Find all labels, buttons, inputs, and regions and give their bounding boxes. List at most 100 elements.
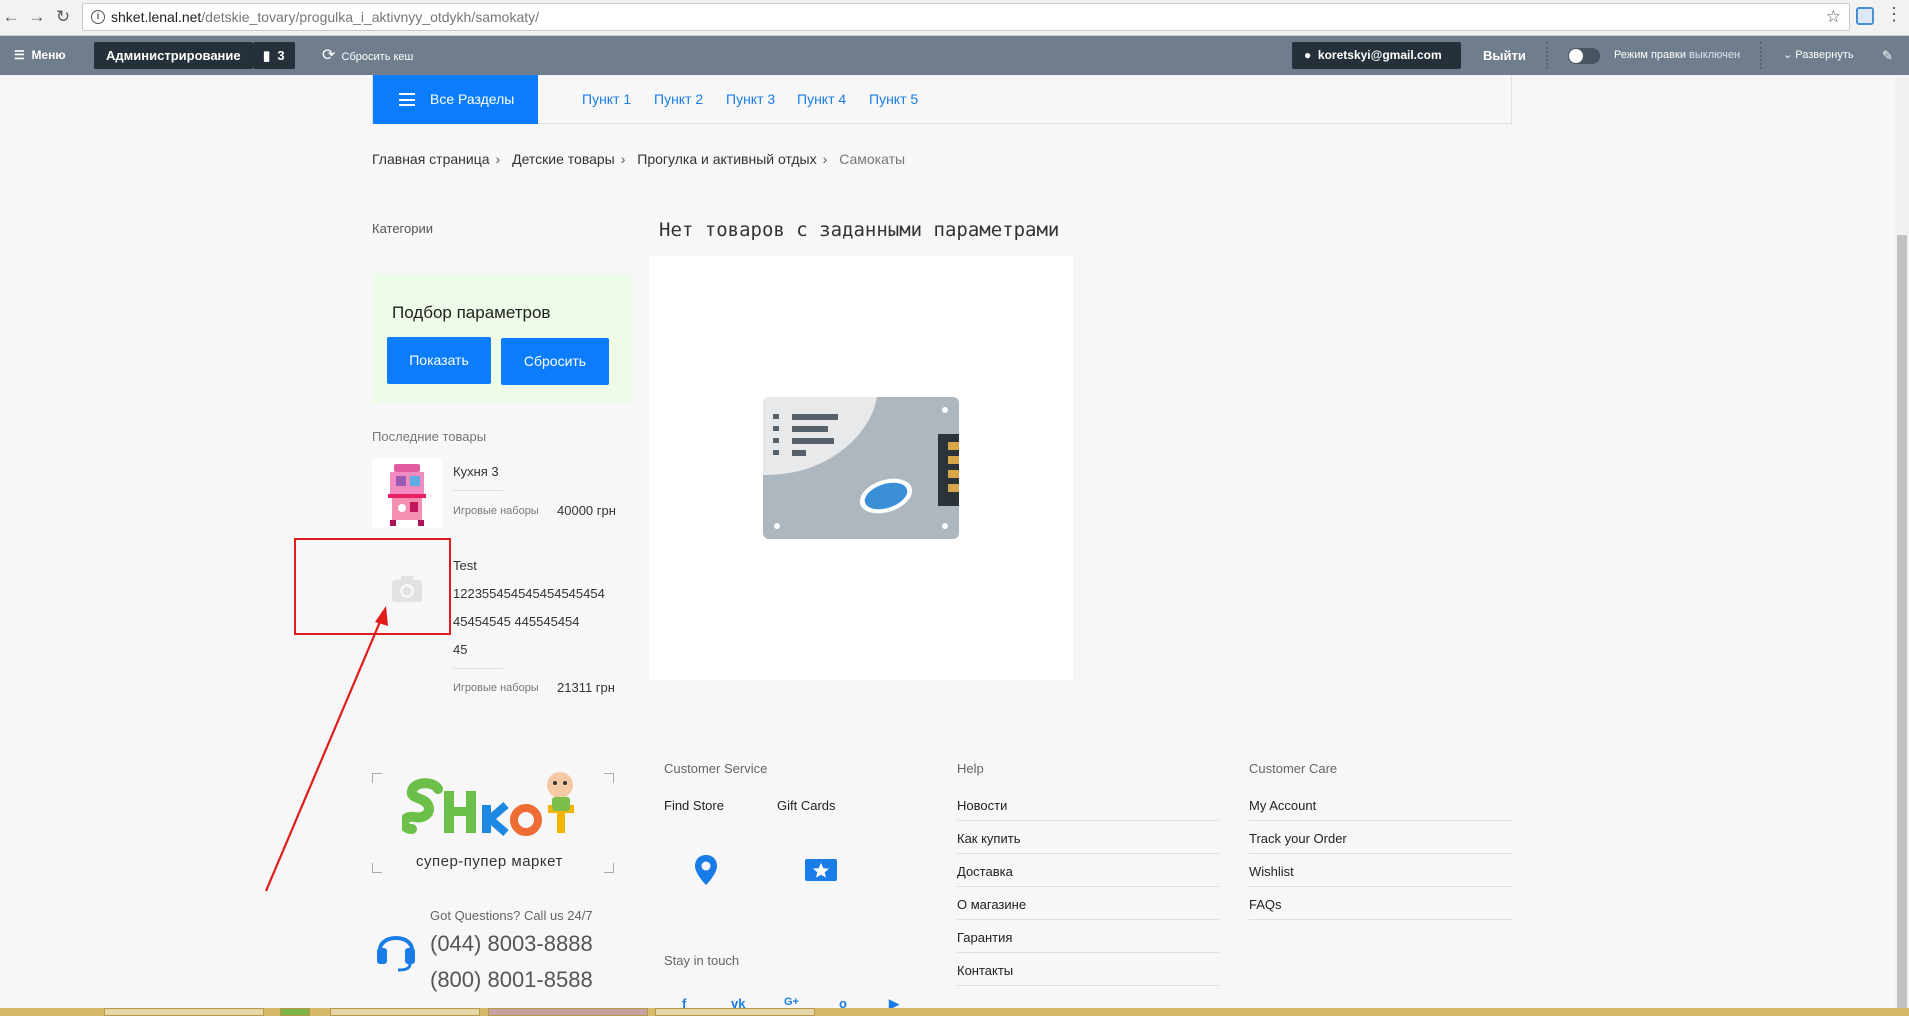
breadcrumb-separator: › <box>620 151 626 167</box>
refresh-icon: ⟳ <box>322 47 336 64</box>
admin-menu-button[interactable]: ☰ Меню <box>14 36 66 75</box>
divider <box>957 820 1219 821</box>
memory-card-icon <box>763 397 959 539</box>
breadcrumb: Главная страница › Детские товары › Прогул… <box>372 151 909 167</box>
info-icon[interactable]: i <box>91 10 105 24</box>
extension-icon[interactable] <box>1856 7 1874 25</box>
headset-icon <box>377 936 415 972</box>
show-button[interactable]: Показать <box>387 337 491 384</box>
divider <box>957 919 1219 920</box>
support-title: Got Questions? Call us 24/7 <box>430 908 593 923</box>
care-link-wishlist[interactable]: Wishlist <box>1249 864 1294 879</box>
stay-in-touch-title: Stay in touch <box>664 953 740 968</box>
google-plus-icon[interactable]: G+ <box>784 996 799 1008</box>
address-bar[interactable]: i shket.lenal.net/detskie_tovary/progulk… <box>82 3 1850 31</box>
chevron-down-icon: ⌄ <box>1783 49 1793 61</box>
taskbar-item[interactable] <box>280 1008 310 1016</box>
edit-mode-label: Режим правки выключен <box>1614 49 1741 61</box>
no-products-message: Нет товаров с заданными параметрами <box>659 219 1060 241</box>
divider <box>1249 820 1512 821</box>
nav-item-3[interactable]: Пункт 3 <box>726 75 775 124</box>
reload-icon[interactable]: ↻ <box>52 6 74 28</box>
edit-mode-toggle[interactable] <box>1568 48 1600 64</box>
scrollbar-thumb[interactable] <box>1897 235 1907 1008</box>
breadcrumb-kids-goods[interactable]: Детские товары <box>512 151 615 167</box>
find-store-link[interactable]: Find Store <box>664 798 724 813</box>
admin-panel: ☰ Меню Администрирование ▮ 3 ⟳ Сбросить … <box>0 36 1909 75</box>
filter-title: Подбор параметров <box>392 303 551 322</box>
taskbar-item[interactable] <box>655 1008 815 1016</box>
customer-service-title: Customer Service <box>664 761 768 776</box>
clear-cache-button[interactable]: ⟳ Сбросить кеш <box>322 36 413 75</box>
taskbar-item[interactable] <box>104 1008 264 1016</box>
categories-title: Категории <box>372 221 433 236</box>
product-name[interactable]: Кухня 3 <box>453 458 499 486</box>
nav-item-4[interactable]: Пункт 4 <box>797 75 846 124</box>
browser-menu-icon[interactable]: ⋮ <box>1885 4 1903 25</box>
nav-item-5[interactable]: Пункт 5 <box>869 75 918 124</box>
logout-button[interactable]: Выйти <box>1483 36 1526 75</box>
footer-logo[interactable]: супер-пупер маркет <box>372 772 614 873</box>
care-link-account[interactable]: My Account <box>1249 798 1316 813</box>
filter-panel: Подбор параметров Показать Сбросить <box>372 274 633 404</box>
divider <box>957 952 1219 953</box>
menu-icon: ☰ <box>14 48 25 62</box>
help-link-delivery[interactable]: Доставка <box>957 864 1013 879</box>
expand-button[interactable]: ⌄ Развернуть <box>1783 36 1854 75</box>
browser-toolbar: ← → ↻ i shket.lenal.net/detskie_tovary/p… <box>0 0 1909 36</box>
user-icon: ● <box>1304 48 1312 62</box>
help-link-contacts[interactable]: Контакты <box>957 963 1013 978</box>
annotation-box <box>294 538 451 635</box>
hamburger-icon <box>399 93 415 106</box>
phone-number-1[interactable]: (044) 8003-8888 <box>430 931 593 957</box>
divider <box>1249 919 1512 920</box>
gift-card-icon[interactable] <box>804 856 838 884</box>
forward-icon[interactable]: → <box>26 6 48 28</box>
user-button[interactable]: ● koretskyi@gmail.com <box>1292 42 1461 69</box>
breadcrumb-outdoor[interactable]: Прогулка и активный отдых <box>637 151 816 167</box>
flag-icon: ▮ <box>263 48 271 63</box>
breadcrumb-separator: › <box>495 151 501 167</box>
pin-icon[interactable]: ✎ <box>1882 36 1893 75</box>
gift-cards-link[interactable]: Gift Cards <box>777 798 836 813</box>
care-link-faqs[interactable]: FAQs <box>1249 897 1282 912</box>
breadcrumb-separator: › <box>822 151 828 167</box>
taskbar-item[interactable] <box>330 1008 480 1016</box>
help-link-news[interactable]: Новости <box>957 798 1007 813</box>
bookmark-star-icon[interactable]: ☆ <box>1826 7 1841 27</box>
logo-tagline: супер-пупер маркет <box>416 853 563 870</box>
help-link-warranty[interactable]: Гарантия <box>957 930 1012 945</box>
divider <box>1249 853 1512 854</box>
taskbar-item[interactable] <box>488 1008 648 1016</box>
url-text[interactable]: shket.lenal.net/detskie_tovary/progulka_… <box>111 9 539 25</box>
product-price: 21311 грн <box>557 680 615 695</box>
product-name[interactable]: Test 122355454545454545454 45454545 4455… <box>453 552 605 664</box>
recent-products-title: Последние товары <box>372 429 487 444</box>
all-sections-button[interactable]: Все Разделы <box>373 75 538 124</box>
divider <box>453 668 503 669</box>
breadcrumb-home[interactable]: Главная страница <box>372 151 490 167</box>
reset-button[interactable]: Сбросить <box>501 338 609 385</box>
page-scrollbar[interactable] <box>1895 75 1909 1008</box>
divider <box>957 985 1219 986</box>
product-thumbnail-kitchen[interactable] <box>372 458 442 528</box>
back-icon[interactable]: ← <box>0 6 22 28</box>
nav-item-1[interactable]: Пункт 1 <box>582 75 631 124</box>
phone-number-2[interactable]: (800) 8001-8588 <box>430 967 593 993</box>
logo-corner <box>372 863 382 873</box>
product-category: Игровые наборы <box>453 505 539 517</box>
shket-logo-icon <box>402 772 574 837</box>
divider <box>957 886 1219 887</box>
care-link-track-order[interactable]: Track your Order <box>1249 831 1347 846</box>
map-pin-icon[interactable] <box>693 854 719 886</box>
help-link-how-to-buy[interactable]: Как купить <box>957 831 1020 846</box>
product-price: 40000 грн <box>557 503 616 518</box>
help-title: Help <box>957 761 984 776</box>
notifications-button[interactable]: ▮ 3 <box>253 42 295 69</box>
main-navigation: Все Разделы Пункт 1 Пункт 2 Пункт 3 Пунк… <box>372 75 1512 124</box>
divider <box>1249 886 1512 887</box>
nav-item-2[interactable]: Пункт 2 <box>654 75 703 124</box>
toggle-knob <box>1569 49 1583 63</box>
administration-button[interactable]: Администрирование <box>94 42 253 69</box>
help-link-about[interactable]: О магазине <box>957 897 1026 912</box>
